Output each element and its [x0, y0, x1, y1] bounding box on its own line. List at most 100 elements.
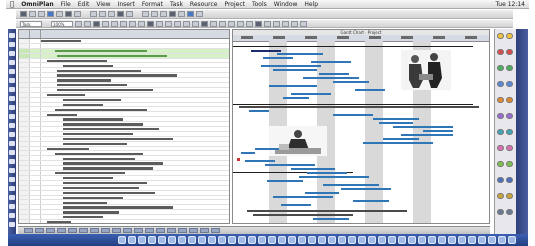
task-bar[interactable]	[291, 168, 335, 171]
dock-item-icon[interactable]	[9, 195, 15, 200]
dock-item-icon[interactable]	[9, 222, 15, 227]
task-bar[interactable]	[273, 69, 317, 72]
status-button[interactable]	[200, 228, 209, 233]
dock-app-icon[interactable]	[248, 236, 256, 244]
dock-item-icon[interactable]	[9, 51, 15, 56]
task-bar[interactable]	[313, 218, 349, 221]
task-bar[interactable]	[251, 50, 281, 53]
task-bar[interactable]	[283, 97, 309, 100]
cut-icon[interactable]	[74, 11, 81, 17]
dock-item-icon[interactable]	[9, 69, 15, 74]
task-bar[interactable]	[307, 172, 347, 175]
open-icon[interactable]	[29, 11, 36, 17]
status-button[interactable]	[189, 228, 198, 233]
format-button[interactable]	[147, 20, 154, 27]
task-bar[interactable]	[423, 130, 453, 133]
task-bar[interactable]	[263, 57, 293, 60]
dock-item-icon[interactable]	[9, 33, 15, 38]
task-bar[interactable]	[281, 204, 311, 207]
task-bar[interactable]	[267, 180, 303, 183]
dock-app-icon[interactable]	[508, 236, 516, 244]
format-button[interactable]	[219, 20, 226, 27]
palette-swatch[interactable]	[506, 209, 513, 215]
status-button[interactable]	[46, 228, 55, 233]
palette-swatch[interactable]	[497, 113, 504, 119]
dock-app-icon[interactable]	[428, 236, 436, 244]
dock-item-icon[interactable]	[9, 78, 15, 83]
dock-app-icon[interactable]	[148, 236, 156, 244]
format-button[interactable]	[192, 20, 199, 27]
menu-edit[interactable]: Edit	[78, 1, 90, 8]
status-button[interactable]	[156, 228, 165, 233]
format-button[interactable]	[183, 20, 190, 27]
format-button[interactable]	[264, 20, 271, 27]
dock-app-icon[interactable]	[498, 236, 506, 244]
palette-swatch[interactable]	[497, 65, 504, 71]
format-button[interactable]	[156, 20, 163, 27]
dock-app-icon[interactable]	[168, 236, 176, 244]
unlink-icon[interactable]	[142, 11, 149, 17]
format-button[interactable]	[273, 20, 280, 27]
menu-help[interactable]: Help	[304, 1, 318, 8]
format-button[interactable]	[165, 20, 172, 27]
dock-app-icon[interactable]	[348, 236, 356, 244]
apple-icon[interactable]: 	[10, 0, 14, 8]
format-button[interactable]	[138, 20, 145, 27]
status-button[interactable]	[134, 228, 143, 233]
dock-app-icon[interactable]	[268, 236, 276, 244]
dock-item-icon[interactable]	[9, 141, 15, 146]
status-button[interactable]	[79, 228, 88, 233]
format-button[interactable]	[84, 20, 91, 27]
dock-app-icon[interactable]	[208, 236, 216, 244]
task-bar[interactable]	[363, 142, 433, 145]
format-button[interactable]	[210, 20, 217, 27]
zoom-select[interactable]: 100%	[51, 20, 73, 27]
italic-icon[interactable]	[187, 11, 194, 17]
dock-app-icon[interactable]	[288, 236, 296, 244]
palette-swatch[interactable]	[497, 209, 504, 215]
dock-app-icon[interactable]	[188, 236, 196, 244]
dock-item-icon[interactable]	[9, 132, 15, 137]
color-icon[interactable]	[169, 11, 176, 17]
dock-app-icon[interactable]	[298, 236, 306, 244]
print-icon[interactable]	[47, 11, 54, 17]
status-button[interactable]	[57, 228, 66, 233]
dock-app-icon[interactable]	[178, 236, 186, 244]
format-button[interactable]	[282, 20, 289, 27]
format-button[interactable]	[291, 20, 298, 27]
format-button[interactable]	[228, 20, 235, 27]
palette-swatch[interactable]	[497, 161, 504, 167]
task-bar[interactable]	[245, 160, 275, 163]
task-bar[interactable]	[333, 114, 373, 117]
menu-task[interactable]: Task	[170, 1, 183, 8]
dock-app-icon[interactable]	[418, 236, 426, 244]
dock-app-icon[interactable]	[478, 236, 486, 244]
summary-bar[interactable]	[247, 210, 407, 213]
task-bar[interactable]	[393, 126, 453, 129]
palette-swatch[interactable]	[506, 97, 513, 103]
palette-swatch[interactable]	[506, 129, 513, 135]
format-button[interactable]	[237, 20, 244, 27]
task-bar[interactable]	[323, 184, 379, 187]
task-bar[interactable]	[241, 152, 255, 155]
task-bar[interactable]	[319, 73, 349, 76]
dock-app-icon[interactable]	[458, 236, 466, 244]
dock-app-icon[interactable]	[158, 236, 166, 244]
dock-app-icon[interactable]	[408, 236, 416, 244]
palette-swatch[interactable]	[497, 49, 504, 55]
split-icon[interactable]	[151, 11, 158, 17]
task-bar[interactable]	[261, 65, 321, 68]
dock-item-icon[interactable]	[9, 186, 15, 191]
task-bar[interactable]	[249, 110, 269, 113]
dock-app-icon[interactable]	[328, 236, 336, 244]
palette-swatch[interactable]	[497, 129, 504, 135]
task-bar[interactable]	[273, 196, 333, 199]
dock-item-icon[interactable]	[9, 213, 15, 218]
milestone-icon[interactable]	[160, 11, 167, 17]
format-button[interactable]	[111, 20, 118, 27]
status-button[interactable]	[123, 228, 132, 233]
dock-app-icon[interactable]	[218, 236, 226, 244]
menu-tools[interactable]: Tools	[252, 1, 267, 8]
task-bar[interactable]	[373, 118, 419, 121]
status-button[interactable]	[211, 228, 220, 233]
